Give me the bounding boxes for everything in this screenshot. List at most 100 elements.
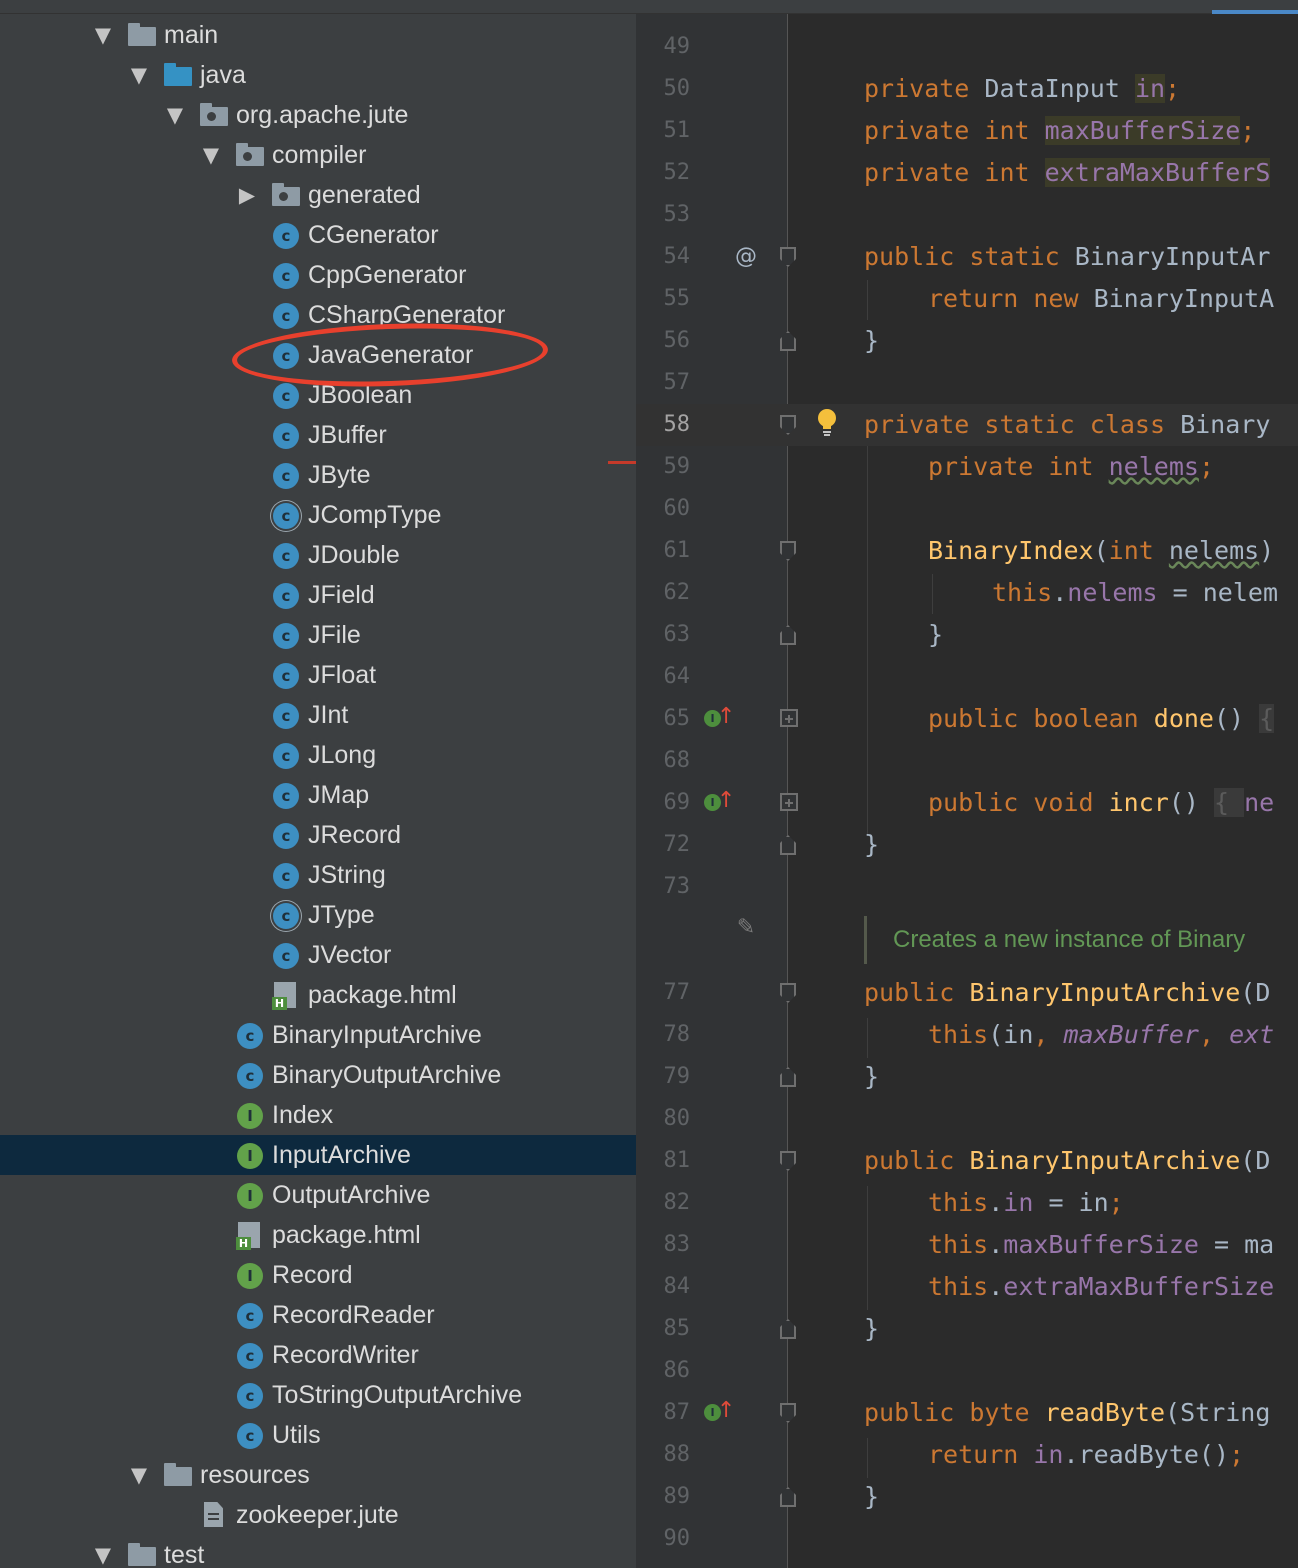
fold-open-icon[interactable] bbox=[780, 1403, 796, 1423]
expand-arrow-icon[interactable]: ▼ bbox=[92, 1535, 114, 1568]
expand-arrow-icon[interactable]: ▼ bbox=[200, 135, 222, 175]
expand-arrow-icon[interactable]: ▼ bbox=[164, 95, 186, 135]
tree-item[interactable]: c JFile bbox=[0, 615, 636, 655]
fold-open-icon[interactable] bbox=[780, 247, 796, 267]
code-line[interactable]: 80 bbox=[636, 1098, 1298, 1140]
fold-open-icon[interactable] bbox=[780, 1151, 796, 1171]
tree-item[interactable]: c JType bbox=[0, 895, 636, 935]
tree-item[interactable]: I Index bbox=[0, 1095, 636, 1135]
code-editor[interactable]: 49 50 private DataInput in; 51 private int… bbox=[636, 0, 1298, 1568]
fold-expand-icon[interactable] bbox=[780, 709, 798, 727]
fold-close-icon[interactable] bbox=[780, 1067, 796, 1087]
tree-item[interactable]: c RecordWriter bbox=[0, 1335, 636, 1375]
fold-close-icon[interactable] bbox=[780, 835, 796, 855]
expand-arrow-icon[interactable]: ▼ bbox=[128, 55, 150, 95]
tree-item[interactable]: c RecordReader bbox=[0, 1295, 636, 1335]
code-line[interactable]: 54 @ public static BinaryInputAr bbox=[636, 236, 1298, 278]
fold-close-icon[interactable] bbox=[780, 1319, 796, 1339]
code-line[interactable]: 56} bbox=[636, 320, 1298, 362]
fold-close-icon[interactable] bbox=[780, 1487, 796, 1507]
annotation-at-icon[interactable]: @ bbox=[732, 236, 760, 278]
tree-item[interactable]: c BinaryOutputArchive bbox=[0, 1055, 636, 1095]
code-line[interactable]: 62 this.nelems = nelem bbox=[636, 572, 1298, 614]
code-line[interactable]: 53 bbox=[636, 194, 1298, 236]
tree-item[interactable]: I InputArchive bbox=[0, 1135, 636, 1175]
expand-arrow-icon[interactable]: ▼ bbox=[92, 15, 114, 55]
tree-item[interactable]: ▼ test bbox=[0, 1535, 636, 1568]
collapsed-arrow-icon[interactable]: ▶ bbox=[236, 175, 258, 215]
code-line[interactable]: 90 bbox=[636, 1518, 1298, 1560]
implements-method-icon[interactable]: I ↑ bbox=[704, 1392, 735, 1434]
code-line[interactable]: 84 this.extraMaxBufferSize bbox=[636, 1266, 1298, 1308]
code-line[interactable]: 50 private DataInput in; bbox=[636, 68, 1298, 110]
tree-item[interactable]: c JVector bbox=[0, 935, 636, 975]
code-line[interactable]: 79} bbox=[636, 1056, 1298, 1098]
code-line[interactable]: 60 bbox=[636, 488, 1298, 530]
tree-item[interactable]: c BinaryInputArchive bbox=[0, 1015, 636, 1055]
code-line[interactable]: 86 bbox=[636, 1350, 1298, 1392]
tree-item[interactable]: package.html bbox=[0, 975, 636, 1015]
code-line[interactable]: 87 I ↑ public byte readByte(String bbox=[636, 1392, 1298, 1434]
code-line[interactable]: 52 private int extraMaxBufferS bbox=[636, 152, 1298, 194]
code-line[interactable]: 81 public BinaryInputArchive(D bbox=[636, 1140, 1298, 1182]
code-line[interactable]: 63} bbox=[636, 614, 1298, 656]
code-line[interactable]: 82 this.in = in; bbox=[636, 1182, 1298, 1224]
code-line[interactable]: 73 bbox=[636, 866, 1298, 908]
implements-method-icon[interactable]: I ↑ bbox=[704, 698, 735, 740]
tree-item[interactable]: c JField bbox=[0, 575, 636, 615]
tree-item[interactable]: c JFloat bbox=[0, 655, 636, 695]
code-line[interactable]: 72} bbox=[636, 824, 1298, 866]
code-line[interactable]: 49 bbox=[636, 26, 1298, 68]
fold-open-icon[interactable] bbox=[780, 983, 796, 1003]
tree-item[interactable]: ▼ main bbox=[0, 15, 636, 55]
expand-arrow-icon[interactable]: ▼ bbox=[128, 1455, 150, 1495]
editor-tab-bar[interactable] bbox=[636, 0, 1298, 14]
tree-item[interactable]: zookeeper.jute bbox=[0, 1495, 636, 1535]
tree-item[interactable]: I OutputArchive bbox=[0, 1175, 636, 1215]
line-number: 59 bbox=[663, 454, 691, 479]
code-line[interactable]: 89} bbox=[636, 1476, 1298, 1518]
tree-item[interactable]: I Record bbox=[0, 1255, 636, 1295]
code-line[interactable]: 78 this(in, maxBuffer, ext bbox=[636, 1014, 1298, 1056]
fold-open-icon[interactable] bbox=[780, 415, 796, 435]
tree-item[interactable]: ▶ generated bbox=[0, 175, 636, 215]
implements-method-icon[interactable]: I ↑ bbox=[704, 782, 735, 824]
edit-pencil-icon[interactable]: ✎ bbox=[732, 907, 760, 949]
tree-item[interactable]: ▼ resources bbox=[0, 1455, 636, 1495]
code-line[interactable]: 51 private int maxBufferSize; bbox=[636, 110, 1298, 152]
code-line[interactable]: 68 bbox=[636, 740, 1298, 782]
code-line-current[interactable]: 58 private static class Binary bbox=[636, 404, 1298, 446]
tree-item[interactable]: ▼ java bbox=[0, 55, 636, 95]
fold-open-icon[interactable] bbox=[780, 541, 796, 561]
tree-item[interactable]: c JMap bbox=[0, 775, 636, 815]
code-line[interactable]: 55 return new BinaryInputA bbox=[636, 278, 1298, 320]
tree-item[interactable]: c JBuffer bbox=[0, 415, 636, 455]
tree-item[interactable]: c JByte bbox=[0, 455, 636, 495]
tree-item[interactable]: c JInt bbox=[0, 695, 636, 735]
tree-item[interactable]: ▼ org.apache.jute bbox=[0, 95, 636, 135]
tree-item[interactable]: c CGenerator bbox=[0, 215, 636, 255]
tree-item[interactable]: c CppGenerator bbox=[0, 255, 636, 295]
tree-item[interactable]: c JLong bbox=[0, 735, 636, 775]
fold-close-icon[interactable] bbox=[780, 331, 796, 351]
code-line[interactable]: 57 bbox=[636, 362, 1298, 404]
tree-item[interactable]: c JRecord bbox=[0, 815, 636, 855]
code-line[interactable]: 61 BinaryIndex(int nelems) bbox=[636, 530, 1298, 572]
code-line[interactable]: 88 return in.readByte(); bbox=[636, 1434, 1298, 1476]
tree-item[interactable]: c Utils bbox=[0, 1415, 636, 1455]
tree-item[interactable]: c JString bbox=[0, 855, 636, 895]
code-line[interactable]: 83 this.maxBufferSize = ma bbox=[636, 1224, 1298, 1266]
code-line[interactable]: 77 public BinaryInputArchive(D bbox=[636, 972, 1298, 1014]
tree-item[interactable]: c JDouble bbox=[0, 535, 636, 575]
code-line[interactable]: 65 I ↑ public boolean done() { bbox=[636, 698, 1298, 740]
tree-item[interactable]: package.html bbox=[0, 1215, 636, 1255]
tree-item[interactable]: ▼ compiler bbox=[0, 135, 636, 175]
code-line[interactable]: 59 private int nelems; bbox=[636, 446, 1298, 488]
tree-item[interactable]: c ToStringOutputArchive bbox=[0, 1375, 636, 1415]
tree-item[interactable]: c JCompType bbox=[0, 495, 636, 535]
code-line[interactable]: 85} bbox=[636, 1308, 1298, 1350]
fold-close-icon[interactable] bbox=[780, 625, 796, 645]
code-line[interactable]: 69 I ↑ public void incr() { ne bbox=[636, 782, 1298, 824]
code-line[interactable]: 64 bbox=[636, 656, 1298, 698]
fold-expand-icon[interactable] bbox=[780, 793, 798, 811]
